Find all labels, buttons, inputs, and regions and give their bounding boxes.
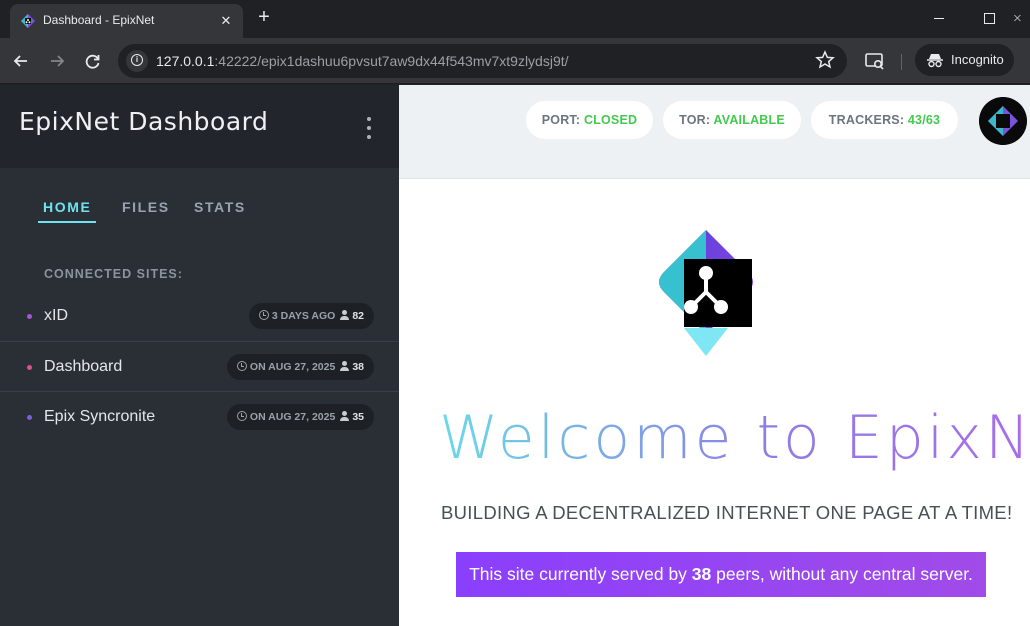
site-peer-count: 82 xyxy=(352,310,364,322)
tab-close-icon[interactable]: ✕ xyxy=(217,12,235,30)
trackers-label: TRACKERS: xyxy=(828,113,905,127)
incognito-button[interactable]: Incognito xyxy=(915,44,1014,76)
browser-tabstrip: Dashboard - EpixNet ✕ + xyxy=(0,0,1030,38)
incognito-icon xyxy=(927,54,943,68)
site-name[interactable]: Dashboard xyxy=(44,358,122,376)
served-prefix: This site currently served by xyxy=(469,564,692,584)
status-bar: PORT: CLOSED TOR: AVAILABLE TRACKERS: 43… xyxy=(399,85,1030,179)
new-tab-button[interactable]: + xyxy=(253,6,275,30)
reload-icon[interactable] xyxy=(80,48,106,74)
peers-icon xyxy=(340,411,350,421)
served-suffix: peers, without any central server. xyxy=(711,564,973,584)
epixnet-logo-icon xyxy=(659,230,753,356)
tab-stats[interactable]: STATS xyxy=(194,199,246,221)
site-dot-icon xyxy=(27,415,32,420)
clock-icon xyxy=(236,411,247,421)
site-info-badge: ON AUG 27, 2025 38 xyxy=(226,354,374,380)
port-label: PORT: xyxy=(541,113,581,127)
browser-toolbar: i 127.0.0.1:42222/epix1dashuu6pvsut7aw9d… xyxy=(0,38,1030,84)
site-info-button[interactable]: i xyxy=(126,50,148,72)
info-icon: i xyxy=(131,54,143,66)
peers-served-banner: This site currently served by 38 peers, … xyxy=(456,552,986,597)
epixnet-favicon-icon xyxy=(21,14,35,28)
window-minimize-button[interactable] xyxy=(925,5,955,31)
site-info-badge: ON AUG 27, 2025 35 xyxy=(226,404,374,430)
welcome-heading: Welcome to EpixNet xyxy=(439,403,1030,473)
user-avatar[interactable] xyxy=(979,97,1027,145)
site-modified-time: ON AUG 27, 2025 xyxy=(249,361,336,373)
tagline: BUILDING A DECENTRALIZED INTERNET ONE PA… xyxy=(441,502,1013,523)
tab-home[interactable]: HOME xyxy=(38,199,97,223)
site-row-xid[interactable]: xID 3 DAYS AGO 82 xyxy=(0,291,399,341)
site-peer-count: 38 xyxy=(352,361,364,373)
address-bar[interactable]: i 127.0.0.1:42222/epix1dashuu6pvsut7aw9d… xyxy=(118,44,847,78)
trackers-value: 43/63 xyxy=(907,113,941,127)
url-path: :42222/epix1dashuu6pvsut7aw9dx44f543mv7x… xyxy=(214,53,569,69)
connected-sites-label: CONNECTED SITES: xyxy=(44,267,183,281)
port-status-pill[interactable]: PORT: CLOSED xyxy=(526,101,653,139)
page-search-icon[interactable] xyxy=(864,50,886,72)
more-menu-icon[interactable] xyxy=(362,117,376,143)
window-maximize-button[interactable] xyxy=(975,5,1005,31)
tab-title: Dashboard - EpixNet xyxy=(43,13,155,27)
window-close-button[interactable] xyxy=(1012,5,1030,31)
site-name[interactable]: xID xyxy=(44,307,68,325)
browser-tab[interactable]: Dashboard - EpixNet ✕ xyxy=(10,4,243,38)
url-text[interactable]: 127.0.0.1:42222/epix1dashuu6pvsut7aw9dx4… xyxy=(156,53,569,69)
peers-icon xyxy=(340,310,350,320)
trackers-status-pill[interactable]: TRACKERS: 43/63 xyxy=(811,101,958,139)
page-content: EpixNet Dashboard HOME FILES STATS CONNE… xyxy=(0,85,1030,626)
main-panel: PORT: CLOSED TOR: AVAILABLE TRACKERS: 43… xyxy=(399,85,1030,626)
site-info-badge: 3 DAYS AGO 82 xyxy=(248,303,374,329)
site-dot-icon xyxy=(27,314,32,319)
tor-value: AVAILABLE xyxy=(713,113,785,127)
incognito-label: Incognito xyxy=(951,52,1004,67)
tor-label: TOR: xyxy=(679,113,711,127)
site-modified-time: 3 DAYS AGO xyxy=(271,310,336,322)
site-row-dashboard[interactable]: Dashboard ON AUG 27, 2025 38 xyxy=(0,341,399,391)
site-name[interactable]: Epix Syncronite xyxy=(44,408,155,426)
back-arrow-icon[interactable] xyxy=(8,48,34,74)
tor-status-pill[interactable]: TOR: AVAILABLE xyxy=(663,101,801,139)
site-peer-count: 35 xyxy=(352,411,364,423)
served-peer-count: 38 xyxy=(691,564,712,584)
url-host: 127.0.0.1 xyxy=(156,53,215,69)
clock-icon xyxy=(258,310,269,320)
tab-files[interactable]: FILES xyxy=(122,199,170,221)
app-title: EpixNet Dashboard xyxy=(19,107,269,136)
site-dot-icon xyxy=(27,365,32,370)
forward-arrow-icon[interactable] xyxy=(44,48,70,74)
clock-icon xyxy=(236,361,247,371)
peers-icon xyxy=(340,361,350,371)
port-value: CLOSED xyxy=(583,113,638,127)
sidebar-header: EpixNet Dashboard xyxy=(0,85,399,168)
bookmark-star-icon[interactable] xyxy=(815,50,835,70)
sidebar: EpixNet Dashboard HOME FILES STATS CONNE… xyxy=(0,85,399,626)
site-modified-time: ON AUG 27, 2025 xyxy=(249,411,336,423)
toolbar-divider xyxy=(901,54,902,70)
site-row-epix-syncronite[interactable]: Epix Syncronite ON AUG 27, 2025 35 xyxy=(0,391,399,441)
